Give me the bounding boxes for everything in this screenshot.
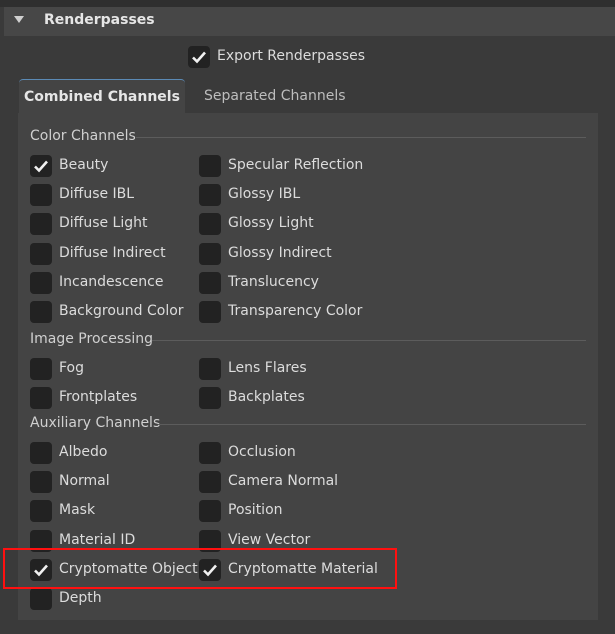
checkbox[interactable] [199, 184, 221, 206]
checkbox-label[interactable]: Depth [59, 590, 102, 606]
collapse-triangle-icon[interactable] [14, 16, 24, 23]
checkbox[interactable] [199, 471, 221, 493]
checkbox[interactable] [30, 588, 52, 610]
checkbox-label[interactable]: Backplates [228, 389, 305, 405]
group-title: Image Processing [30, 331, 154, 347]
checkbox-label[interactable]: Material ID [59, 532, 135, 548]
checkbox-label[interactable]: View Vector [228, 532, 310, 548]
checkbox[interactable] [30, 500, 52, 522]
checkbox[interactable] [30, 301, 52, 323]
highlight-box [3, 548, 397, 589]
checkbox-label[interactable]: Export Renderpasses [217, 48, 365, 64]
section-title: Renderpasses [44, 12, 155, 28]
checkbox[interactable] [199, 387, 221, 409]
tab-combined-channels[interactable]: Combined Channels [19, 79, 185, 114]
checkbox[interactable] [30, 442, 52, 464]
divider [158, 424, 586, 425]
checkbox-label[interactable]: Glossy Light [228, 215, 314, 231]
group-title: Auxiliary Channels [30, 415, 161, 431]
checkbox[interactable] [30, 184, 52, 206]
checkbox[interactable] [30, 155, 52, 177]
checkbox-label[interactable]: Transparency Color [228, 303, 362, 319]
checkbox[interactable] [199, 301, 221, 323]
checkbox-label[interactable]: Diffuse Light [59, 215, 147, 231]
checkbox[interactable] [199, 243, 221, 265]
checkbox-label[interactable]: Albedo [59, 444, 107, 460]
checkbox[interactable] [199, 213, 221, 235]
checkbox-label[interactable]: Fog [59, 360, 84, 376]
checkbox[interactable] [30, 358, 52, 380]
section-header[interactable]: Renderpasses [4, 7, 615, 36]
checkbox[interactable] [30, 272, 52, 294]
checkbox-label[interactable]: Position [228, 502, 283, 518]
checkbox-label[interactable]: Normal [59, 473, 110, 489]
checkbox-label[interactable]: Glossy Indirect [228, 245, 332, 261]
tab-separated-channels[interactable]: Separated Channels [204, 79, 346, 113]
checkbox-label[interactable]: Specular Reflection [228, 157, 363, 173]
checkbox-label[interactable]: Background Color [59, 303, 184, 319]
checkbox-label[interactable]: Camera Normal [228, 473, 338, 489]
checkbox[interactable] [199, 442, 221, 464]
checkbox-label[interactable]: Lens Flares [228, 360, 307, 376]
checkbox-label[interactable]: Mask [59, 502, 95, 518]
checkbox-label[interactable]: Translucency [228, 274, 319, 290]
checkbox[interactable] [30, 213, 52, 235]
checkbox[interactable] [199, 358, 221, 380]
checkbox[interactable] [199, 272, 221, 294]
checkbox[interactable] [199, 155, 221, 177]
divider [136, 137, 586, 138]
checkbox-label[interactable]: Incandescence [59, 274, 163, 290]
checkmark-icon [192, 51, 206, 64]
checkbox[interactable] [30, 243, 52, 265]
divider [152, 340, 586, 341]
checkbox-label[interactable]: Beauty [59, 157, 108, 173]
checkbox-label[interactable]: Diffuse Indirect [59, 245, 166, 261]
checkbox-label[interactable]: Diffuse IBL [59, 186, 134, 202]
checkbox-label[interactable]: Frontplates [59, 389, 137, 405]
checkbox[interactable] [199, 500, 221, 522]
checkbox[interactable] [30, 471, 52, 493]
checkbox-label[interactable]: Occlusion [228, 444, 296, 460]
checkbox[interactable] [188, 46, 210, 68]
checkmark-icon [34, 160, 48, 173]
checkbox-label[interactable]: Glossy IBL [228, 186, 300, 202]
top-edge [0, 0, 615, 7]
group-title: Color Channels [30, 128, 136, 144]
checkbox[interactable] [30, 387, 52, 409]
